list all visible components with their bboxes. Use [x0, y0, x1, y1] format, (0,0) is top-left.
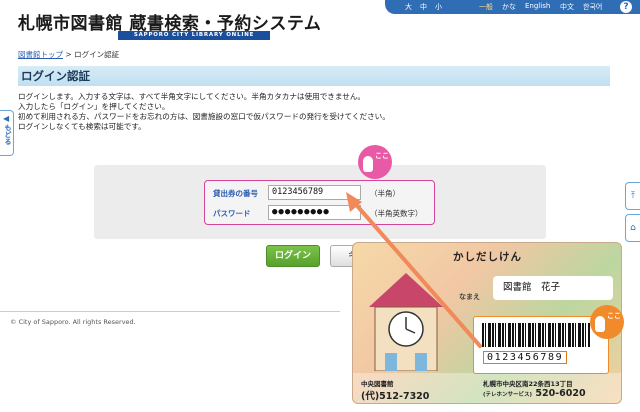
page-title: ログイン認証 [21, 69, 90, 83]
card-number-printed: 0123456789 [483, 351, 568, 364]
password-input[interactable]: ●●●●●●●●● [268, 205, 361, 220]
lang-english[interactable]: English [525, 2, 550, 10]
lang-kana[interactable]: かな [502, 2, 516, 12]
font-size-medium[interactable]: 中 [420, 2, 427, 12]
scroll-top-button[interactable]: ⤒ [625, 182, 640, 210]
intro-line: 初めて利用される方、パスワードをお忘れの方は、図書施設の窓口で仮パスワードの発行… [18, 112, 390, 121]
font-size-large[interactable]: 大 [405, 2, 412, 12]
barcode-icon [482, 323, 590, 347]
intro-line: 入力したら「ログイン」を押してください。 [18, 102, 170, 111]
card-barcode-area [473, 316, 609, 374]
home-button[interactable]: ⌂ [625, 214, 640, 242]
card-name-label: なまえ [459, 293, 480, 301]
copyright: © City of Sapporo. All rights Reserved. [10, 318, 136, 326]
clock-tower-icon [369, 273, 443, 371]
utility-bar: 大 中 小 一般 かな English 中文 한국어 ? [385, 0, 640, 14]
password-label: パスワード [213, 209, 251, 218]
page-title-bar: ログイン認証 [18, 66, 610, 86]
card-address: 札幌市中央区南22条西13丁目 [483, 380, 573, 388]
breadcrumb-home-link[interactable]: 図書館トップ [18, 50, 63, 59]
card-service-number: 520-6020 [535, 388, 586, 399]
card-name-box: 図書館 花子 [493, 276, 613, 300]
card-number-hint: （半角） [370, 189, 400, 198]
tap-here-text: ここ [607, 312, 621, 320]
back-side-tab[interactable]: ◀ もどる [0, 110, 14, 156]
library-card-illustration: かしだしけん 図書館 花子 なまえ 0123456789 中央図書館 (代)51… [352, 242, 622, 404]
logo-subtitle: SAPPORO CITY LIBRARY ONLINE CATALOG [118, 31, 270, 47]
card-phone-service: (テレホンサービス) 520-6020 [483, 388, 586, 399]
breadcrumb: 図書館トップ > ログイン認証 [18, 49, 119, 60]
login-button[interactable]: ログイン [266, 245, 320, 267]
home-icon: ⌂ [630, 223, 636, 233]
font-size-small[interactable]: 小 [435, 2, 442, 12]
intro-line: ログインします。入力する文字は、すべて半角文字にしてください。半角カタカナは使用… [18, 92, 366, 101]
site-header: 札幌市図書館 蔵書検索・予約システム SAPPORO CITY LIBRARY … [0, 0, 640, 47]
lang-korean[interactable]: 한국어 [583, 2, 602, 12]
help-icon[interactable]: ? [620, 1, 632, 13]
intro-line: ログインしなくても検索は可能です。 [18, 122, 146, 131]
card-number-input[interactable]: 0123456789 [268, 185, 361, 200]
card-phone-main: (代)512-7320 [361, 391, 430, 402]
scroll-up-icon: ⤒ [631, 191, 635, 201]
intro-text: ログインします。入力する文字は、すべて半角文字にしてください。半角カタカナは使用… [18, 92, 390, 132]
lang-chinese[interactable]: 中文 [560, 2, 574, 12]
tap-here-badge-card: ここ [590, 305, 624, 339]
card-branch: 中央図書館 [361, 380, 394, 388]
footer-divider [0, 311, 340, 312]
back-tab-label: もどる [4, 124, 12, 145]
password-hint: （半角英数字） [370, 209, 423, 218]
back-arrow-icon: ◀ [3, 114, 10, 123]
tap-here-badge: ここ [358, 145, 392, 179]
lang-general[interactable]: 一般 [479, 2, 493, 12]
finger-icon [595, 316, 605, 332]
finger-icon [363, 156, 373, 172]
card-service-label: (テレホンサービス) [483, 392, 533, 398]
logo-title-part1: 札幌市図書館 [18, 14, 123, 34]
breadcrumb-current: ログイン認証 [74, 50, 120, 59]
card-heading: かしだしけん [453, 251, 522, 263]
tap-here-text: ここ [375, 152, 389, 160]
card-number-label: 貸出券の番号 [213, 189, 258, 198]
breadcrumb-separator: > [65, 50, 72, 59]
